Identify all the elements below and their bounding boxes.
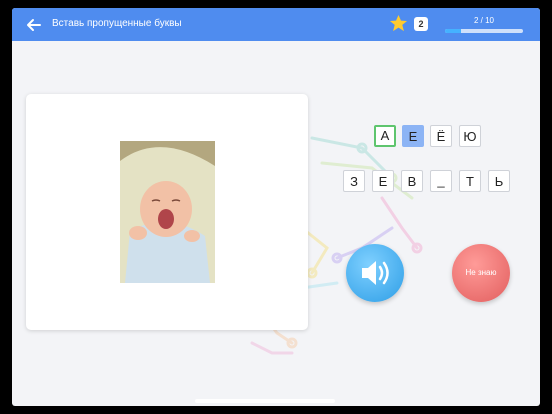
progress-bar — [445, 29, 523, 33]
letter-option-3[interactable]: Ё — [430, 125, 452, 147]
progress-counter: 2 / 10 — [473, 16, 494, 25]
dont-know-button[interactable]: Не знаю — [452, 244, 510, 302]
progress-fill — [445, 29, 461, 33]
home-indicator[interactable] — [195, 399, 335, 403]
baby-yawning-photo — [120, 141, 215, 283]
word-letter-3: В — [401, 170, 423, 192]
letter-option-2[interactable]: Е — [402, 125, 424, 147]
word-blank-slot[interactable]: _ — [430, 170, 452, 192]
play-sound-button[interactable] — [346, 244, 404, 302]
letter-option-1[interactable]: А — [374, 125, 396, 147]
word-letter-6: Ь — [488, 170, 510, 192]
letter-option-4[interactable]: Ю — [459, 125, 481, 147]
picture-card — [26, 94, 308, 330]
word-letter-1: З — [343, 170, 365, 192]
top-bar: Вставь пропущенные буквы 2 2 / 10 — [12, 8, 540, 41]
back-arrow-icon[interactable] — [24, 15, 44, 35]
speaker-icon — [362, 261, 389, 285]
word-letter-2: Е — [372, 170, 394, 192]
app-screen: Вставь пропущенные буквы 2 2 / 10 А Е Ё … — [12, 8, 540, 406]
star-icon — [389, 14, 408, 32]
word-letter-5: Т — [459, 170, 481, 192]
star-count-badge: 2 — [414, 17, 428, 31]
page-title: Вставь пропущенные буквы — [52, 18, 182, 29]
